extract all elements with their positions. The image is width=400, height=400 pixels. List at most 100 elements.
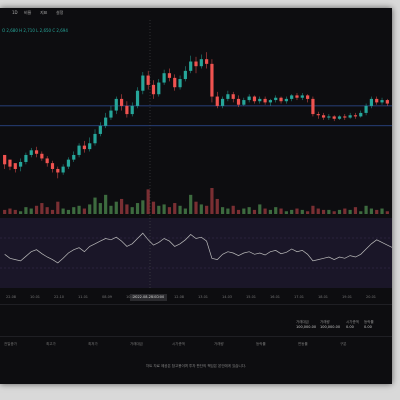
volume-bar — [66, 209, 71, 214]
candle — [295, 95, 299, 98]
volume-bar — [321, 209, 326, 214]
volume-bar — [210, 188, 214, 214]
stat-value: 0.00 — [364, 325, 372, 329]
ratio-button[interactable]: 비율 — [24, 10, 31, 16]
candle — [220, 98, 225, 106]
disclaimer-text: 차트 자료 제공은 참고용이며 투자 판단의 책임은 본인에게 있습니다. — [145, 364, 247, 368]
candle — [24, 154, 28, 162]
volume-bar — [3, 209, 7, 214]
candle — [279, 97, 283, 102]
candle — [183, 70, 187, 80]
volume-bar — [337, 209, 342, 214]
price-chart[interactable] — [0, 20, 392, 292]
volume-bar — [242, 208, 246, 214]
candle — [353, 115, 358, 117]
candle — [380, 100, 384, 103]
volume-bar — [45, 207, 49, 214]
candle — [19, 161, 23, 167]
volume-bar — [364, 205, 368, 214]
volume-bar — [279, 208, 283, 214]
volume-bar — [316, 208, 320, 214]
volume-bar — [125, 204, 129, 214]
stat-block-4: 등락률 0.00 — [364, 320, 374, 329]
candle — [231, 94, 235, 99]
toolbar: 1D 비율 지표 설정 — [0, 8, 392, 18]
time-tick-label: 13.01 — [198, 295, 209, 299]
volume-bar — [72, 207, 76, 214]
candle — [226, 94, 230, 99]
info-label: 거래량 — [214, 342, 224, 346]
volume-bar — [274, 207, 278, 214]
volume-bar — [199, 204, 203, 214]
volume-bar — [189, 194, 193, 214]
settings-button[interactable]: 설정 — [56, 10, 63, 16]
volume-bar — [173, 203, 177, 214]
candle — [77, 145, 81, 155]
candle — [385, 100, 389, 104]
time-tick-label: 10.03 — [126, 295, 137, 299]
candle — [93, 133, 97, 144]
volume-bar — [258, 204, 262, 214]
candle — [268, 100, 273, 103]
candle — [45, 158, 49, 164]
volume-bar — [385, 211, 389, 214]
time-tick-label: 16.01 — [270, 295, 281, 299]
volume-bar — [98, 203, 102, 214]
candle — [98, 125, 102, 134]
candle — [88, 143, 92, 150]
volume-bar — [40, 203, 44, 214]
candle — [258, 98, 262, 102]
candle — [40, 153, 44, 159]
candle — [274, 97, 278, 101]
volume-bar — [295, 208, 299, 214]
volume-bar — [359, 211, 363, 214]
candle — [29, 150, 33, 155]
rsi-panel-bg — [0, 218, 392, 288]
candle — [247, 96, 251, 101]
candle — [189, 61, 193, 71]
volume-bar — [332, 211, 336, 214]
interval-button[interactable]: 1D — [12, 10, 18, 15]
candle — [194, 61, 198, 67]
volume-bar — [130, 207, 134, 214]
volume-bar — [380, 208, 384, 214]
candle — [252, 96, 257, 102]
info-label: 거래대금 — [130, 342, 143, 346]
volume-bar — [61, 208, 65, 214]
stat-value: 100,000.00 — [296, 325, 317, 329]
candle — [284, 98, 288, 102]
time-tick-label: 14.03 — [222, 295, 233, 299]
volume-bar — [13, 209, 17, 214]
info-label: 최저가 — [88, 342, 98, 346]
volume-bar — [93, 197, 97, 214]
candle — [205, 59, 209, 64]
volume-bar — [205, 205, 209, 214]
volume-bar — [135, 203, 140, 214]
time-tick-label: 22.08 — [6, 295, 17, 299]
volume-bar — [8, 208, 12, 214]
candle — [56, 168, 60, 173]
volume-bar — [215, 198, 219, 214]
candle — [375, 98, 379, 103]
volume-bar — [369, 208, 373, 214]
volume-bar — [167, 207, 172, 214]
candle — [306, 95, 310, 99]
volume-bar — [104, 194, 108, 214]
info-label: 등락률 — [256, 342, 266, 346]
candle — [242, 100, 246, 105]
candle — [215, 96, 219, 106]
time-tick-label: 22.10 — [54, 295, 65, 299]
time-tick-label: 11.12 — [150, 295, 161, 299]
candle — [311, 98, 315, 115]
volume-bar — [109, 205, 113, 214]
stat-value: 0.00 — [346, 325, 354, 329]
candle — [343, 116, 347, 118]
candle — [119, 98, 124, 106]
candle — [34, 150, 39, 154]
volume-bar — [268, 209, 273, 214]
candle — [141, 75, 145, 91]
candle — [263, 98, 267, 103]
candle — [178, 79, 182, 88]
indicator-button[interactable]: 지표 — [40, 10, 47, 16]
time-tick-label: 10.01 — [30, 295, 41, 299]
